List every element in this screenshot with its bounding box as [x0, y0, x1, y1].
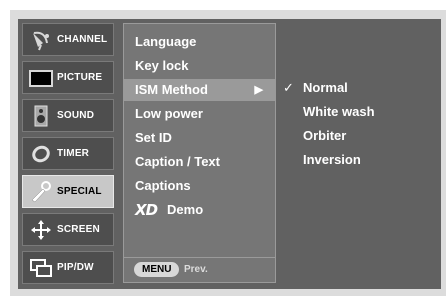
category-special[interactable]: SPECIAL	[22, 175, 114, 208]
category-channel[interactable]: CHANNEL	[22, 23, 114, 56]
menu-item-xd-demo[interactable]: XD Demo	[124, 199, 275, 221]
option-orbiter[interactable]: Orbiter	[303, 128, 346, 143]
menu-item-label: Caption / Text	[135, 154, 220, 169]
monitor-icon	[29, 67, 53, 89]
category-sound[interactable]: SOUND	[22, 99, 114, 132]
category-label: PICTURE	[57, 72, 103, 83]
menu-item-label: Captions	[135, 178, 191, 193]
option-inversion[interactable]: Inversion	[303, 152, 361, 167]
category-label: TIMER	[57, 148, 90, 159]
category-label: SOUND	[57, 110, 95, 121]
category-screen[interactable]: SCREEN	[22, 213, 114, 246]
key-icon	[29, 181, 53, 203]
menu-item-label: Set ID	[135, 130, 172, 145]
arrow-right-icon: ▶	[254, 84, 263, 96]
category-timer[interactable]: TIMER	[22, 137, 114, 170]
menu-item-set-id[interactable]: Set ID	[124, 127, 275, 149]
menu-item-label: Key lock	[135, 58, 189, 73]
clock-icon	[29, 143, 53, 165]
pip-windows-icon	[29, 257, 53, 279]
menu-item-captions[interactable]: Captions	[124, 175, 275, 197]
check-icon: ✓	[283, 80, 294, 95]
move-arrows-icon	[29, 219, 53, 241]
option-white-wash[interactable]: White wash	[303, 104, 375, 119]
menu-item-label: Language	[135, 34, 197, 49]
menu-item-caption-text[interactable]: Caption / Text	[124, 151, 275, 173]
menu-button[interactable]: MENU	[134, 262, 180, 277]
category-pip-dw[interactable]: PIP/DW	[22, 251, 114, 284]
category-label: CHANNEL	[57, 34, 108, 45]
xd-logo: XD	[135, 201, 158, 219]
menu-item-low-power[interactable]: Low power	[124, 103, 275, 125]
menu-item-key-lock[interactable]: Key lock	[124, 55, 275, 77]
option-normal[interactable]: Normal	[303, 80, 348, 95]
special-menu: Language Key lock ISM Method ▶ Low power…	[123, 23, 276, 283]
menu-item-label: Demo	[167, 202, 204, 217]
category-label: SCREEN	[57, 224, 100, 235]
menu-item-label: ISM Method	[135, 82, 208, 97]
category-label: SPECIAL	[57, 186, 102, 197]
category-sidebar: CHANNEL PICTURE SOUND TIMER SPECIAL SCRE…	[18, 19, 117, 289]
menu-footer: MENU Prev.	[124, 257, 275, 282]
menu-item-label: Low power	[135, 106, 203, 121]
prev-hint: Prev.	[184, 264, 208, 275]
menu-item-language[interactable]: Language	[124, 31, 275, 53]
category-picture[interactable]: PICTURE	[22, 61, 114, 94]
speaker-icon	[29, 105, 53, 127]
menu-item-ism-method[interactable]: ISM Method ▶	[124, 79, 275, 101]
category-label: PIP/DW	[57, 262, 94, 273]
satellite-dish-icon	[29, 29, 53, 51]
